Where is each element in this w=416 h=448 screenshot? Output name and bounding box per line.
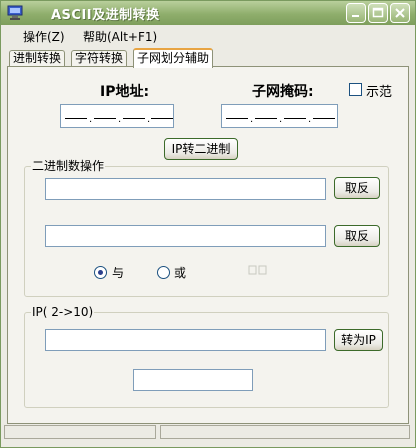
- binary-input-1[interactable]: [45, 178, 326, 200]
- ip-octet-2: [94, 118, 116, 119]
- ip-group-title: IP( 2->10): [31, 305, 95, 319]
- maximize-button[interactable]: [368, 3, 388, 23]
- mask-octet-1: [226, 118, 248, 119]
- close-icon: [395, 8, 405, 18]
- minimize-icon: [352, 15, 359, 17]
- faint-placeholder-icon: [248, 264, 268, 279]
- tab-strip: 进制转换 字符转换 子网划分辅助: [1, 45, 415, 68]
- binary-operations-group: 二进制数操作 取反 取反 与 或: [24, 159, 389, 297]
- maximize-icon: [372, 7, 384, 18]
- ip-octet-4: [151, 118, 173, 119]
- status-pane-2: [160, 425, 410, 439]
- to-ip-button[interactable]: 转为IP: [334, 329, 383, 351]
- mask-dot: .: [279, 114, 283, 125]
- mask-octet-4: [313, 118, 335, 119]
- close-button[interactable]: [390, 3, 410, 23]
- tab-subnet-helper[interactable]: 子网划分辅助: [133, 48, 214, 68]
- subnet-mask-label: 子网掩码:: [252, 84, 314, 100]
- ip-dot: .: [89, 114, 93, 125]
- binary-input-2[interactable]: [45, 225, 326, 247]
- menu-operation[interactable]: 操作(Z): [23, 28, 65, 45]
- ip-decimal-group: IP( 2->10) 转为IP: [24, 305, 389, 408]
- or-label: 或: [174, 266, 187, 280]
- subnet-mask-input[interactable]: . . .: [221, 104, 338, 128]
- invert-button-2[interactable]: 取反: [334, 225, 380, 247]
- status-pane-1: [4, 425, 156, 439]
- tab-page-subnet: IP地址: 子网掩码: 示范 . . . . . . IP转二进制 二进制数操作…: [7, 66, 409, 424]
- minimize-button[interactable]: [346, 3, 366, 23]
- menu-bar: 操作(Z) 帮助(Alt+F1): [1, 25, 415, 45]
- tab-char-conversion[interactable]: 字符转换: [71, 50, 128, 66]
- ip-octet-3: [123, 118, 145, 119]
- title-bar[interactable]: ASCII及进制转换: [1, 1, 415, 25]
- ip-result-output[interactable]: [133, 369, 253, 391]
- demo-label: 示范: [366, 85, 393, 100]
- app-window: ASCII及进制转换 操作(Z) 帮助(Alt+F1) 进制转换 字符转换 子网…: [0, 0, 416, 448]
- menu-help[interactable]: 帮助(Alt+F1): [83, 28, 157, 45]
- ip-address-input[interactable]: . . .: [60, 104, 174, 128]
- app-monitor-icon: [7, 5, 23, 20]
- tab-base-conversion[interactable]: 进制转换: [9, 50, 66, 66]
- mask-dot: .: [308, 114, 312, 125]
- ip-dot: .: [118, 114, 122, 125]
- and-radio[interactable]: [94, 266, 107, 279]
- binary-group-title: 二进制数操作: [31, 159, 106, 173]
- mask-dot: .: [250, 114, 254, 125]
- and-label: 与: [112, 266, 125, 280]
- or-radio[interactable]: [157, 266, 170, 279]
- binary-ip-input[interactable]: [45, 329, 326, 351]
- demo-checkbox[interactable]: [349, 83, 362, 96]
- ip-dot: .: [147, 114, 151, 125]
- invert-button-1[interactable]: 取反: [334, 177, 380, 199]
- mask-octet-3: [284, 118, 306, 119]
- ip-address-label: IP地址:: [100, 84, 150, 100]
- window-title: ASCII及进制转换: [51, 8, 160, 23]
- mask-octet-2: [255, 118, 277, 119]
- ip-to-binary-button[interactable]: IP转二进制: [164, 138, 238, 160]
- ip-octet-1: [65, 118, 87, 119]
